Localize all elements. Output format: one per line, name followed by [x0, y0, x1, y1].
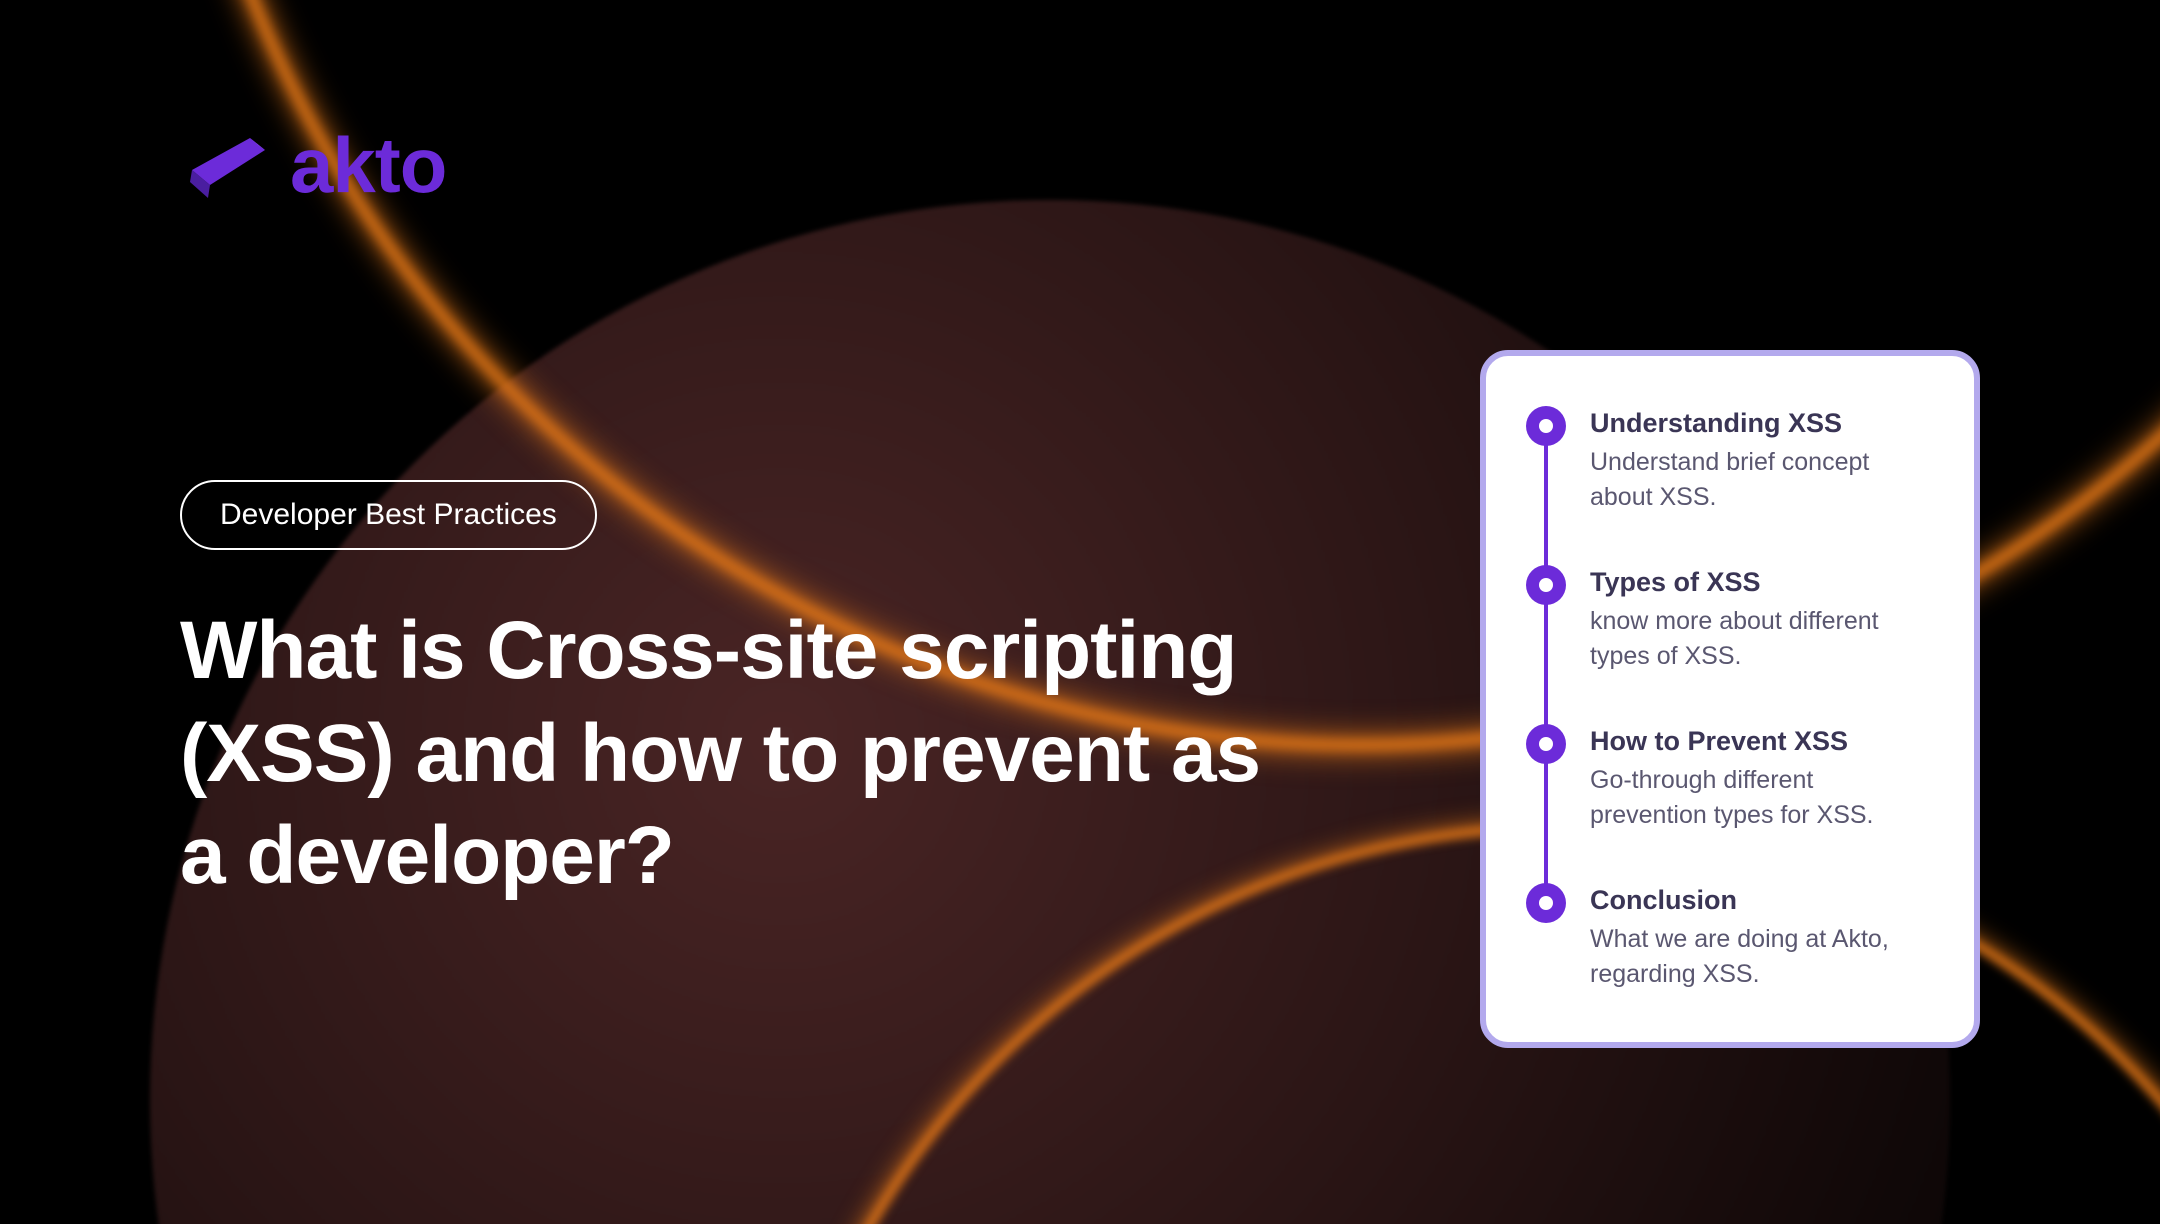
- table-of-contents: Understanding XSS Understand brief conce…: [1480, 350, 1980, 1048]
- toc-text: How to Prevent XSS Go-through different …: [1590, 724, 1934, 833]
- toc-item-description: Go-through different prevention types fo…: [1590, 763, 1934, 833]
- toc-text: Conclusion What we are doing at Akto, re…: [1590, 883, 1934, 992]
- bullet-icon: [1526, 406, 1566, 446]
- category-badge: Developer Best Practices: [180, 480, 597, 550]
- toc-text: Understanding XSS Understand brief conce…: [1590, 406, 1934, 515]
- toc-item-title: Conclusion: [1590, 885, 1934, 916]
- toc-item: Conclusion What we are doing at Akto, re…: [1526, 883, 1934, 992]
- bullet-icon: [1526, 724, 1566, 764]
- toc-item-title: Types of XSS: [1590, 567, 1934, 598]
- toc-text: Types of XSS know more about different t…: [1590, 565, 1934, 674]
- logo-text: akto: [290, 120, 446, 211]
- toc-item: Types of XSS know more about different t…: [1526, 565, 1934, 724]
- toc-item-description: know more about different types of XSS.: [1590, 604, 1934, 674]
- toc-item-title: Understanding XSS: [1590, 408, 1934, 439]
- bullet-icon: [1526, 883, 1566, 923]
- logo-icon: [180, 130, 270, 202]
- toc-item: How to Prevent XSS Go-through different …: [1526, 724, 1934, 883]
- page-title: What is Cross-site scripting (XSS) and h…: [180, 600, 1280, 908]
- main-content: Developer Best Practices What is Cross-s…: [180, 480, 1280, 908]
- toc-item-description: Understand brief concept about XSS.: [1590, 445, 1934, 515]
- bullet-icon: [1526, 565, 1566, 605]
- toc-item: Understanding XSS Understand brief conce…: [1526, 406, 1934, 565]
- toc-item-description: What we are doing at Akto, regarding XSS…: [1590, 922, 1934, 992]
- logo: akto: [180, 120, 446, 211]
- toc-item-title: How to Prevent XSS: [1590, 726, 1934, 757]
